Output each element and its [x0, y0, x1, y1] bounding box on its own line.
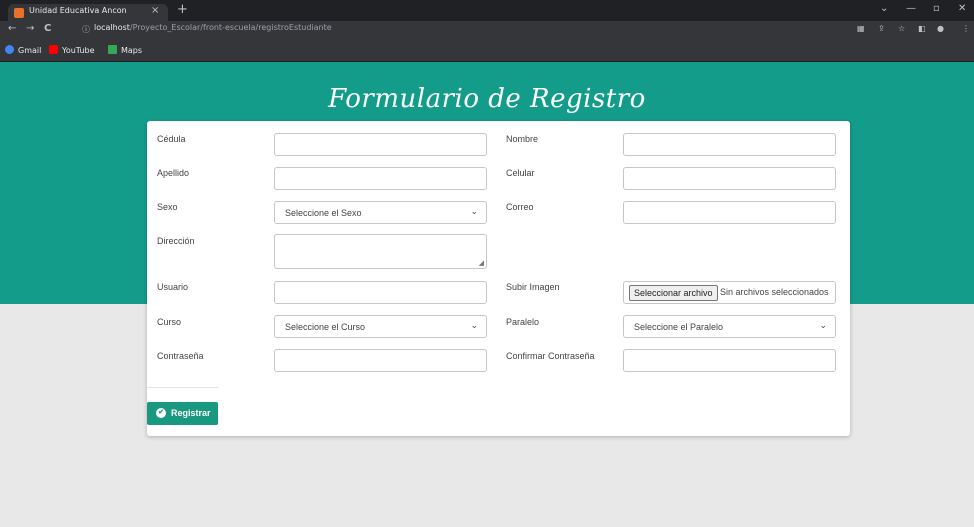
share-icon[interactable]: ⇪ — [878, 24, 885, 33]
browser-tab-bar: Unidad Educativa Ancon × + ⌄ — ▫ ✕ — [0, 0, 974, 21]
sexo-select[interactable]: Seleccione el Sexo ⌄ — [274, 201, 487, 224]
close-window-icon[interactable]: ✕ — [958, 3, 966, 14]
new-tab-icon[interactable]: + — [177, 3, 188, 17]
apellido-label: Apellido — [157, 168, 190, 178]
url-text: localhost/Proyecto_Escolar/front-escuela… — [94, 23, 332, 32]
bookmark-youtube[interactable]: YouTube — [49, 45, 95, 55]
registrar-button[interactable]: ✔ Registrar — [147, 402, 218, 425]
file-status-text: Sin archivos seleccionados — [720, 287, 829, 297]
bookmarks-bar: Gmail YouTube Maps — [0, 38, 974, 62]
check-circle-icon: ✔ — [156, 408, 166, 418]
site-favicon-icon — [14, 8, 24, 18]
translate-icon[interactable]: ▦ — [857, 24, 865, 33]
maximize-icon[interactable]: ▫ — [933, 3, 940, 14]
usuario-input[interactable] — [274, 281, 487, 304]
celular-input[interactable] — [623, 167, 836, 190]
tab-title: Unidad Educativa Ancon — [29, 6, 127, 15]
resize-grip-icon[interactable]: ◢ — [479, 259, 484, 267]
minimize-icon[interactable]: — — [906, 3, 916, 14]
paralelo-label: Paralelo — [506, 317, 540, 327]
forward-icon[interactable]: → — [26, 23, 34, 34]
registration-form: Cédula Nombre Apellido Celular Sexo Sele… — [147, 121, 850, 436]
browser-toolbar: ← → C ⓘ localhost/Proyecto_Escolar/front… — [0, 21, 974, 38]
cedula-input[interactable] — [274, 133, 487, 156]
confirmar-contrasena-label: Confirmar Contraseña — [506, 351, 595, 361]
back-icon[interactable]: ← — [8, 23, 16, 34]
browser-tab[interactable]: Unidad Educativa Ancon × — [8, 4, 168, 21]
bookmark-gmail[interactable]: Gmail — [5, 45, 41, 55]
celular-label: Celular — [506, 168, 535, 178]
confirmar-contrasena-input[interactable] — [623, 349, 836, 372]
reload-icon[interactable]: C — [44, 23, 51, 34]
maps-icon — [108, 45, 117, 54]
curso-select[interactable]: Seleccione el Curso ⌄ — [274, 315, 487, 338]
chevron-down-icon: ⌄ — [819, 320, 827, 330]
paralelo-select-value: Seleccione el Paralelo — [634, 322, 724, 332]
address-bar[interactable]: ⓘ localhost/Proyecto_Escolar/front-escue… — [82, 23, 333, 36]
tab-close-icon[interactable]: × — [151, 5, 159, 16]
imagen-label: Subir Imagen — [506, 282, 560, 292]
paralelo-select[interactable]: Seleccione el Paralelo ⌄ — [623, 315, 836, 338]
curso-label: Curso — [157, 317, 182, 327]
google-icon — [5, 45, 14, 54]
nombre-input[interactable] — [623, 133, 836, 156]
chevron-down-icon: ⌄ — [470, 206, 478, 216]
side-panel-icon[interactable]: ◧ — [918, 24, 926, 33]
nombre-label: Nombre — [506, 134, 539, 144]
usuario-label: Usuario — [157, 282, 189, 292]
apellido-input[interactable] — [274, 167, 487, 190]
bookmark-star-icon[interactable]: ☆ — [898, 24, 905, 33]
profile-icon[interactable]: ● — [937, 24, 944, 33]
correo-label: Correo — [506, 202, 534, 212]
sexo-select-value: Seleccione el Sexo — [285, 208, 362, 218]
direccion-label: Dirección — [157, 236, 195, 246]
chevron-down-icon: ⌄ — [470, 320, 478, 330]
image-file-input[interactable]: Seleccionar archivo Sin archivos selecci… — [623, 281, 836, 304]
form-divider — [147, 387, 218, 388]
tab-search-icon[interactable]: ⌄ — [880, 3, 888, 14]
sexo-label: Sexo — [157, 202, 178, 212]
menu-icon[interactable]: ⋮ — [962, 24, 970, 33]
contrasena-input[interactable] — [274, 349, 487, 372]
correo-input[interactable] — [623, 201, 836, 224]
direccion-textarea[interactable]: ◢ — [274, 234, 487, 269]
bookmark-maps[interactable]: Maps — [108, 45, 142, 55]
choose-file-button[interactable]: Seleccionar archivo — [629, 285, 718, 301]
curso-select-value: Seleccione el Curso — [285, 322, 366, 332]
contrasena-label: Contraseña — [157, 351, 204, 361]
youtube-icon — [49, 45, 58, 54]
registrar-button-label: Registrar — [171, 408, 211, 418]
page-title: Formulario de Registro — [328, 84, 646, 114]
site-info-icon[interactable]: ⓘ — [82, 24, 90, 35]
cedula-label: Cédula — [157, 134, 186, 144]
